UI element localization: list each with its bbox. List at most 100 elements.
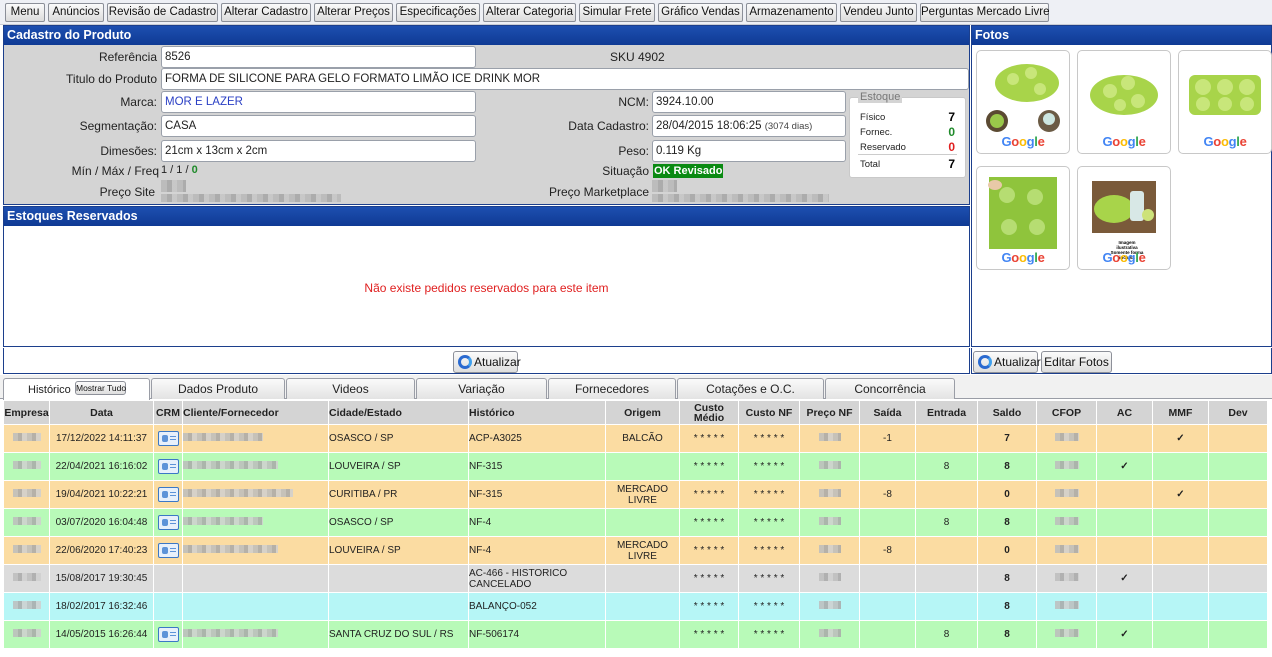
- refresh-icon: [458, 355, 472, 369]
- table-row[interactable]: 03/07/2020 16:04:48 OSASCO / SP NF-4 * * * …: [3, 508, 1268, 537]
- tab-videos[interactable]: Videos: [286, 378, 415, 399]
- peso-field[interactable]: 0.119 Kg: [652, 140, 846, 162]
- mmf-cell: ✓: [1152, 480, 1209, 509]
- marca-field[interactable]: MOR E LAZER: [161, 91, 476, 113]
- cliente-cell: [182, 508, 329, 537]
- empresa-cell: [3, 424, 50, 453]
- table-row[interactable]: 17/12/2022 14:11:37 OSASCO / SP ACP-A3025 B…: [3, 424, 1268, 453]
- table-row[interactable]: 22/06/2020 17:40:23 LOUVEIRA / SP NF-4 MERC…: [3, 536, 1268, 565]
- crm-card-icon[interactable]: [157, 459, 179, 474]
- preco-nf-cell: [799, 424, 860, 453]
- product-photo-4[interactable]: Google: [976, 166, 1070, 270]
- titulo-label: Titulo do Produto: [66, 72, 157, 86]
- col-preco-nf[interactable]: Preço NF: [799, 400, 860, 425]
- table-row[interactable]: 18/02/2017 16:32:46 BALANÇO-052 * * * * * *…: [3, 592, 1268, 621]
- nav-grafico-vendas-button[interactable]: Gráfico Vendas: [658, 3, 743, 22]
- col-custo-medio[interactable]: Custo Médio: [679, 400, 739, 425]
- nav-alterar-cadastro-button[interactable]: Alterar Cadastro: [221, 3, 311, 22]
- tab-cotacoes[interactable]: Cotações e O.C.: [677, 378, 824, 399]
- redacted-value: [1054, 489, 1079, 497]
- segmentacao-field[interactable]: CASA: [161, 115, 476, 137]
- crm-cell: [153, 480, 183, 509]
- mostrar-tudo-button[interactable]: Mostrar Tudo: [75, 381, 126, 395]
- marca-label: Marca:: [120, 95, 157, 109]
- tab-variacao[interactable]: Variação: [416, 378, 547, 399]
- reservados-panel: Estoques Reservados Não existe pedidos r…: [3, 206, 970, 347]
- referencia-field[interactable]: 8526: [161, 46, 476, 68]
- col-empresa[interactable]: Empresa: [3, 400, 50, 425]
- nav-alterar-categoria-button[interactable]: Alterar Categoria: [483, 3, 576, 22]
- nav-alterar-precos-button[interactable]: Alterar Preços: [314, 3, 393, 22]
- col-historico[interactable]: Histórico: [468, 400, 606, 425]
- col-saida[interactable]: Saída: [859, 400, 916, 425]
- col-cfop[interactable]: CFOP: [1036, 400, 1097, 425]
- tab-dados-produto[interactable]: Dados Produto: [151, 378, 285, 399]
- redacted-value: [12, 629, 41, 637]
- nav-menu-button[interactable]: Menu: [5, 3, 45, 22]
- col-cliente[interactable]: Cliente/Fornecedor: [182, 400, 329, 425]
- entrada-cell: [915, 564, 978, 593]
- historico-cell: NF-315: [468, 480, 606, 509]
- col-mmf[interactable]: MMF: [1152, 400, 1209, 425]
- col-data[interactable]: Data: [49, 400, 154, 425]
- nav-especificacoes-button[interactable]: Especificações: [396, 3, 480, 22]
- atualizar-button[interactable]: Atualizar: [453, 351, 521, 373]
- historico-cell: NF-4: [468, 536, 606, 565]
- col-dev[interactable]: Dev: [1208, 400, 1268, 425]
- col-origem[interactable]: Origem: [605, 400, 680, 425]
- ac-cell: ✓: [1096, 452, 1153, 481]
- table-row[interactable]: 22/04/2021 16:16:02 LOUVEIRA / SP NF-315 * …: [3, 452, 1268, 481]
- preco-nf-cell: [799, 480, 860, 509]
- col-cidade[interactable]: Cidade/Estado: [328, 400, 469, 425]
- google-watermark: Google: [1001, 134, 1045, 149]
- custo-nf-cell: * * * * *: [738, 424, 800, 453]
- product-photo-5[interactable]: Imagem ilustrativa Somente forma inclusa…: [1077, 166, 1171, 270]
- fotos-atualizar-button[interactable]: Atualizar: [973, 351, 1041, 373]
- col-saldo[interactable]: Saldo: [977, 400, 1037, 425]
- editar-fotos-button[interactable]: Editar Fotos: [1041, 351, 1112, 373]
- data-cadastro-value: 28/04/2015 18:06:25: [656, 120, 762, 132]
- crm-card-icon[interactable]: [157, 515, 179, 530]
- saldo-cell: 7: [977, 424, 1037, 453]
- saldo-cell: 8: [977, 508, 1037, 537]
- col-crm[interactable]: CRM: [153, 400, 183, 425]
- product-photo-1[interactable]: Google: [976, 50, 1070, 154]
- dimensoes-field[interactable]: 21cm x 13cm x 2cm: [161, 140, 476, 162]
- product-photo-2[interactable]: Google: [1077, 50, 1171, 154]
- titulo-field[interactable]: FORMA DE SILICONE PARA GELO FORMATO LIMÃ…: [161, 68, 969, 90]
- ncm-field[interactable]: 3924.10.00: [652, 91, 846, 113]
- nav-anuncios-button[interactable]: Anúncios: [48, 3, 104, 22]
- table-row[interactable]: 14/05/2015 16:26:44 SANTA CRUZ DO SUL / R…: [3, 620, 1268, 649]
- origem-cell: BALCÃO: [605, 424, 680, 453]
- product-photo-3[interactable]: Google: [1178, 50, 1272, 154]
- crm-card-icon[interactable]: [157, 487, 179, 502]
- crm-card-icon[interactable]: [157, 627, 179, 642]
- col-entrada[interactable]: Entrada: [915, 400, 978, 425]
- estoque-box: Estoque Físico 7 Fornec. 0 Reservado 0 Tota…: [849, 91, 966, 178]
- saida-cell: -8: [859, 480, 916, 509]
- col-ac[interactable]: AC: [1096, 400, 1153, 425]
- nav-armazenamento-button[interactable]: Armazenamento: [746, 3, 837, 22]
- custo-medio-cell: * * * * *: [679, 480, 739, 509]
- col-custo-nf[interactable]: Custo NF: [738, 400, 800, 425]
- preco-nf-cell: [799, 564, 860, 593]
- crm-card-icon[interactable]: [157, 543, 179, 558]
- custo-nf-cell: * * * * *: [738, 592, 800, 621]
- table-row[interactable]: 19/04/2021 10:22:21 CURITIBA / PR NF-315 ME…: [3, 480, 1268, 509]
- cidade-cell: LOUVEIRA / SP: [328, 452, 469, 481]
- crm-card-icon[interactable]: [157, 431, 179, 446]
- preco-marketplace-value-2: [652, 194, 829, 202]
- tab-fornecedores[interactable]: Fornecedores: [548, 378, 676, 399]
- table-row[interactable]: 15/08/2017 19:30:45 AC-466 - HISTORICO CA…: [3, 564, 1268, 593]
- tab-concorrencia[interactable]: Concorrência: [825, 378, 955, 399]
- nav-simular-frete-button[interactable]: Simular Frete: [579, 3, 655, 22]
- data-cadastro-field[interactable]: 28/04/2015 18:06:25 (3074 dias): [652, 115, 846, 137]
- custo-nf-cell: * * * * *: [738, 508, 800, 537]
- cidade-cell: CURITIBA / PR: [328, 480, 469, 509]
- ice-tray-photo-icon: [1189, 75, 1261, 115]
- saldo-cell: 8: [977, 592, 1037, 621]
- nav-perguntas-ml-button[interactable]: Perguntas Mercado Livre: [920, 3, 1049, 22]
- nav-vendeu-junto-button[interactable]: Vendeu Junto: [840, 3, 917, 22]
- nav-revisao-cadastro-button[interactable]: Revisão de Cadastro: [107, 3, 218, 22]
- dev-cell: [1208, 620, 1268, 649]
